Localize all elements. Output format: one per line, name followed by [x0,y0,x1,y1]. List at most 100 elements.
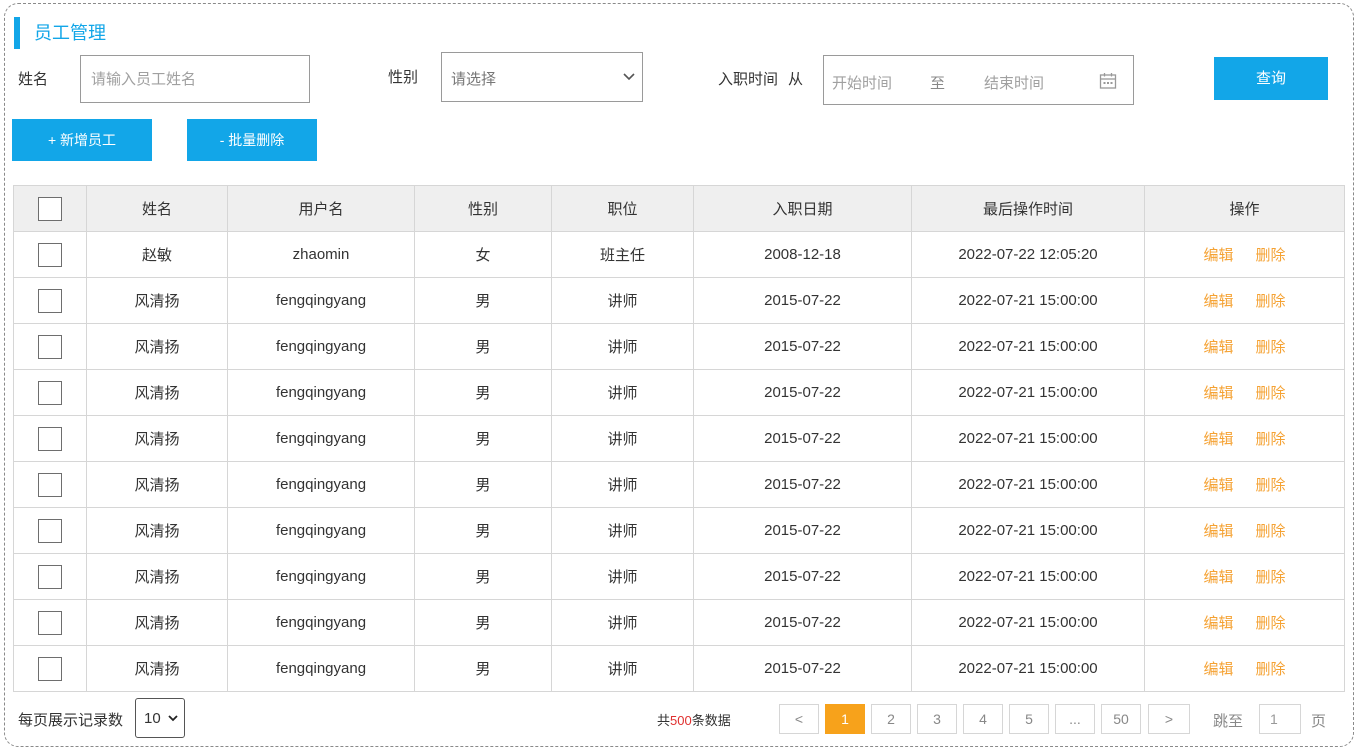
calendar-icon[interactable] [1099,72,1117,90]
delete-link[interactable]: 删除 [1256,247,1286,264]
cell-name: 风清扬 [86,507,228,554]
header-last-operation: 最后操作时间 [911,185,1145,232]
gender-label: 性别 [388,69,419,86]
edit-link[interactable]: 编辑 [1203,569,1233,586]
table-row: 风清扬 fengqingyang 男讲师 2015-07-22 2022-07-21 1… [13,645,1345,692]
edit-link[interactable]: 编辑 [1203,247,1233,264]
gender-select[interactable]: 请选择 [441,52,643,102]
delete-link[interactable]: 删除 [1256,523,1286,540]
cell-username: zhaomin [227,231,415,278]
header-position: 职位 [551,185,694,232]
cell-position: 讲师 [551,369,694,416]
edit-link[interactable]: 编辑 [1203,431,1233,448]
cell-last-operation: 2022-07-21 15:00:00 [911,415,1145,462]
row-select-cell [13,599,87,646]
row-checkbox[interactable] [38,242,62,267]
cell-position: 讲师 [551,507,694,554]
row-checkbox[interactable] [38,472,62,497]
edit-link[interactable]: 编辑 [1203,523,1233,540]
page-button[interactable]: 3 [917,704,957,734]
cell-name: 风清扬 [86,369,228,416]
row-select-cell [13,369,87,416]
cell-actions: 编辑 删除 [1144,553,1345,600]
edit-link[interactable]: 编辑 [1203,477,1233,494]
title-accent-bar [14,17,20,49]
edit-link[interactable]: 编辑 [1203,661,1233,678]
cell-username: fengqingyang [227,277,415,324]
cell-position: 讲师 [551,461,694,508]
prev-page-button[interactable]: < [779,704,819,734]
delete-link[interactable]: 删除 [1256,385,1286,402]
page-button[interactable]: 2 [871,704,911,734]
end-date-input[interactable]: 结束时间 [984,72,1044,93]
cell-actions: 编辑 删除 [1144,231,1345,278]
row-checkbox[interactable] [38,518,62,543]
row-select-cell [13,507,87,554]
cell-actions: 编辑 删除 [1144,277,1345,324]
delete-link[interactable]: 删除 [1256,615,1286,632]
total-records: 共500条数据 [657,710,731,729]
page-button[interactable]: 5 [1009,704,1049,734]
cell-username: fengqingyang [227,369,415,416]
cell-gender: 男 [414,415,552,462]
table-row: 风清扬 fengqingyang 男讲师 2015-07-22 2022-07-21 1… [13,369,1345,416]
chevron-down-icon [623,73,635,81]
total-suffix: 条数据 [691,713,731,728]
cell-last-operation: 2022-07-21 15:00:00 [911,507,1145,554]
row-checkbox[interactable] [38,380,62,405]
cell-last-operation: 2022-07-21 15:00:00 [911,645,1145,692]
page-button[interactable]: 1 [825,704,865,734]
page-title: 员工管理 [34,23,106,43]
row-checkbox[interactable] [38,564,62,589]
cell-username: fengqingyang [227,553,415,600]
next-page-button[interactable]: > [1148,704,1190,734]
header-name: 姓名 [86,185,228,232]
header-gender: 性别 [414,185,552,232]
row-checkbox[interactable] [38,610,62,635]
cell-actions: 编辑 删除 [1144,461,1345,508]
cell-gender: 男 [414,599,552,646]
page-button[interactable]: 4 [963,704,1003,734]
table-row: 赵敏 zhaomin 女班主任 2008-12-18 2022-07-22 12:05:… [13,231,1345,278]
row-checkbox[interactable] [38,288,62,313]
name-label: 姓名 [18,71,49,88]
delete-link[interactable]: 删除 [1256,293,1286,310]
cell-name: 风清扬 [86,415,228,462]
add-employee-button[interactable]: + 新增员工 [12,119,152,161]
cell-username: fengqingyang [227,599,415,646]
hire-date-range-picker[interactable]: 开始时间 至 结束时间 [823,55,1134,105]
from-label: 从 [788,71,804,88]
page-button[interactable]: 50 [1101,704,1141,734]
cell-gender: 男 [414,369,552,416]
edit-link[interactable]: 编辑 [1203,339,1233,356]
query-button[interactable]: 查询 [1214,57,1328,100]
delete-link[interactable]: 删除 [1256,661,1286,678]
page-unit-label: 页 [1311,713,1327,730]
cell-gender: 男 [414,553,552,600]
row-checkbox[interactable] [38,656,62,681]
batch-delete-button[interactable]: - 批量删除 [187,119,317,161]
jump-page-input[interactable]: 1 [1259,704,1301,734]
delete-link[interactable]: 删除 [1256,431,1286,448]
page-size-value: 10 [144,710,161,727]
page-size-select[interactable]: 10 [135,698,185,738]
gender-select-placeholder: 请选择 [451,71,497,88]
cell-gender: 男 [414,461,552,508]
cell-gender: 男 [414,277,552,324]
cell-hire-date: 2015-07-22 [693,323,912,370]
edit-link[interactable]: 编辑 [1203,385,1233,402]
cell-last-operation: 2022-07-21 15:00:00 [911,369,1145,416]
cell-last-operation: 2022-07-22 12:05:20 [911,231,1145,278]
start-date-input[interactable]: 开始时间 [832,72,892,93]
delete-link[interactable]: 删除 [1256,339,1286,356]
edit-link[interactable]: 编辑 [1203,293,1233,310]
delete-link[interactable]: 删除 [1256,477,1286,494]
row-checkbox[interactable] [38,426,62,451]
edit-link[interactable]: 编辑 [1203,615,1233,632]
delete-link[interactable]: 删除 [1256,569,1286,586]
select-all-checkbox[interactable] [38,196,62,221]
row-checkbox[interactable] [38,334,62,359]
name-input[interactable] [80,55,310,103]
cell-position: 讲师 [551,323,694,370]
cell-position: 班主任 [551,231,694,278]
